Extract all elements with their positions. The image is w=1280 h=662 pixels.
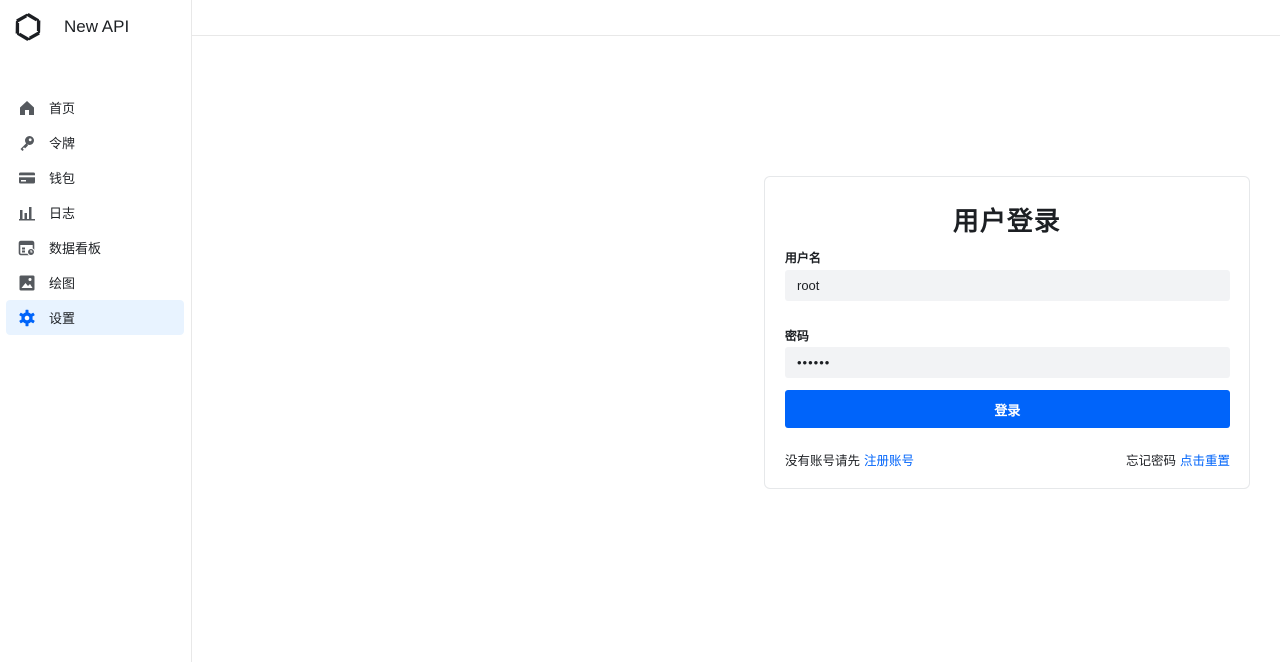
image-icon [18,274,36,292]
openai-logo-icon [10,9,46,45]
register-prompt: 没有账号请先 注册账号 [785,450,914,469]
username-label: 用户名 [785,251,822,265]
reset-prompt: 忘记密码 点击重置 [1126,450,1230,469]
sidebar-item-label: 数据看板 [49,242,102,257]
sidebar-item-wallet[interactable]: 钱包 [6,160,184,195]
sidebar-item-label: 设置 [49,312,76,327]
sidebar-nav: 首页 令牌 钱包 日志 数据看板 绘图 设置 [6,90,184,335]
no-account-text: 没有账号请先 [785,453,861,468]
app-root: New API 首页 令牌 钱包 日志 数据看板 绘图 设置 用户登录 用户名 … [0,0,1280,662]
sidebar-item-logs[interactable]: 日志 [6,195,184,230]
forgot-password-text: 忘记密码 [1125,453,1176,468]
key-icon [18,134,36,152]
username-input[interactable] [785,270,1230,301]
wallet-icon [18,169,36,187]
sidebar-item-label: 令牌 [49,137,76,152]
brand-name: New API [64,17,130,36]
brand[interactable]: New API [10,8,129,46]
login-card: 用户登录 用户名 密码 登录 没有账号请先 注册账号 忘记密码 点击重置 [764,176,1250,489]
gear-icon [18,309,36,327]
sidebar-item-dashboard[interactable]: 数据看板 [6,230,184,265]
home-icon [18,99,36,117]
login-title: 用户登录 [952,207,1061,237]
password-label: 密码 [785,329,810,343]
sidebar: New API 首页 令牌 钱包 日志 数据看板 绘图 设置 [0,0,192,662]
reset-password-link[interactable]: 点击重置 [1180,453,1230,468]
login-button[interactable]: 登录 [785,390,1230,428]
login-footer: 没有账号请先 注册账号 忘记密码 点击重置 [785,450,1230,469]
sidebar-item-label: 日志 [49,207,76,222]
dashboard-icon [18,239,36,257]
sidebar-item-label: 钱包 [49,172,76,187]
sidebar-item-drawing[interactable]: 绘图 [6,265,184,300]
bar-chart-icon [18,204,36,222]
password-input[interactable] [785,347,1230,378]
sidebar-item-tokens[interactable]: 令牌 [6,125,184,160]
register-link[interactable]: 注册账号 [864,453,914,468]
sidebar-item-settings[interactable]: 设置 [6,300,184,335]
sidebar-item-label: 首页 [49,102,76,117]
top-header [192,0,1280,36]
sidebar-item-home[interactable]: 首页 [6,90,184,125]
sidebar-item-label: 绘图 [49,277,76,292]
